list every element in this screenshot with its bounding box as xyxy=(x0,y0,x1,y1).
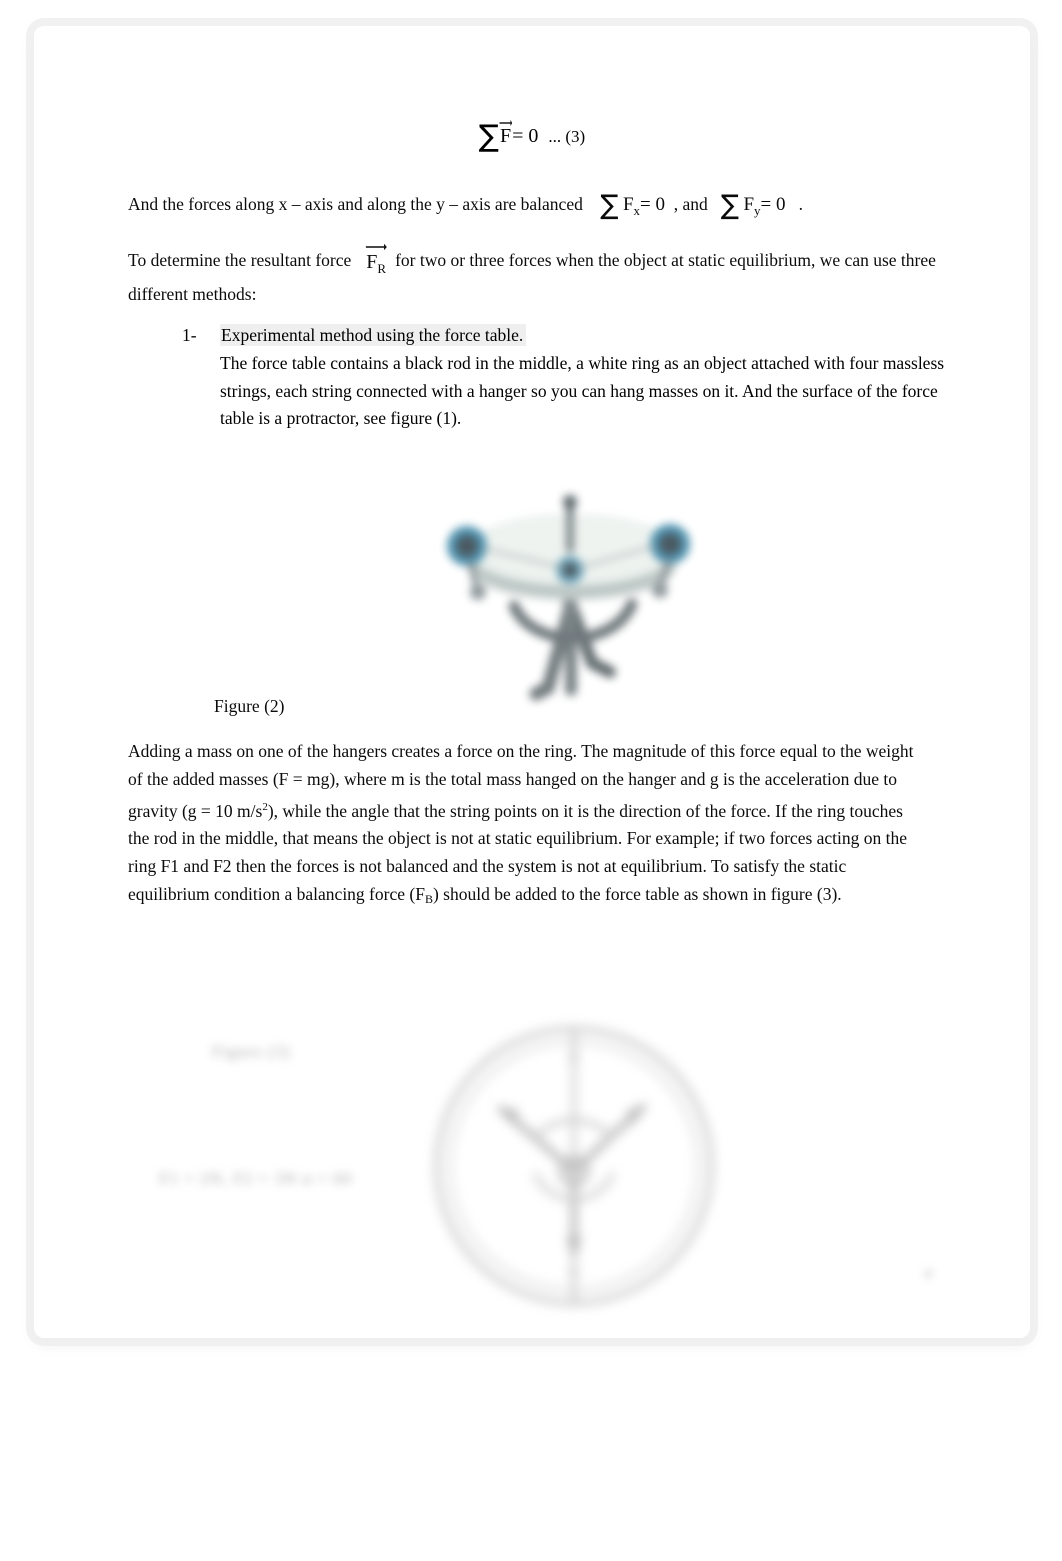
fr-subscript: R xyxy=(377,261,387,276)
f-letter: F xyxy=(499,125,512,147)
subscript-b: B xyxy=(424,891,433,906)
vector-arrow-icon xyxy=(366,243,388,250)
document-page: ∑ F= 0... (3) And the forces along x – ax… xyxy=(34,26,1030,1338)
rod-cap xyxy=(563,495,577,509)
tripod-stand xyxy=(508,598,638,701)
fx-letter: F xyxy=(622,194,634,215)
ring-center xyxy=(563,563,577,577)
sigma-symbol-x: ∑ xyxy=(600,190,619,221)
paragraph-adding-mass: Adding a mass on one of the hangers crea… xyxy=(128,738,928,914)
tick-bottom xyxy=(569,1268,579,1278)
ghost-label-figure3: Figure (3) xyxy=(212,1042,291,1061)
fx-equals-zero: = 0 xyxy=(640,194,665,215)
figure-protractor-diagram xyxy=(429,1021,719,1311)
equation-number: ... (3) xyxy=(548,127,586,146)
list-item-heading: Experimental method using the force tabl… xyxy=(220,324,527,346)
list-item: 1- Experimental method using the force t… xyxy=(182,322,957,433)
sigma-symbol: ∑ xyxy=(478,119,499,154)
page-content-area: ∑ F= 0... (3) And the forces along x – ax… xyxy=(34,26,1030,1338)
paragraph-resultant-force: To determine the resultant force FR for tw… xyxy=(128,243,943,309)
list-item-content: Experimental method using the force tabl… xyxy=(220,322,957,433)
fy-equals-zero: = 0 xyxy=(760,194,786,215)
equals-zero: = 0 xyxy=(512,125,539,147)
protractor-illustration xyxy=(434,1026,714,1306)
adding-mass-part3: ) should be added to the force table as … xyxy=(432,883,842,904)
vector-fr-symbol: FR xyxy=(365,243,388,283)
numbered-list-methods: 1- Experimental method using the force t… xyxy=(182,322,957,433)
equation-sum-fy: ∑ Fy= 0 xyxy=(721,192,786,219)
tick-top xyxy=(569,1052,579,1062)
list-item-body: The force table contains a black rod in … xyxy=(220,352,945,429)
resultant-lead-text: To determine the resultant force xyxy=(128,250,352,270)
fr-letter: F xyxy=(366,251,378,273)
vector-f-symbol: F xyxy=(499,119,513,148)
figure-force-table-photo xyxy=(432,458,712,706)
ghost-label-forces: F1 = 2N, F2 = 3N α = 60 xyxy=(159,1169,353,1188)
balanced-end-period: . xyxy=(798,194,804,214)
fy-letter: F xyxy=(743,194,755,215)
figure2-caption: Figure (2) xyxy=(214,696,285,716)
equation-sum-fx: ∑ Fx= 0 xyxy=(600,192,665,219)
balanced-lead-text: And the forces along x – axis and along … xyxy=(128,194,583,214)
ghost-corner-mark: ● xyxy=(924,1266,934,1282)
balanced-mid-text: , and xyxy=(673,194,708,214)
sigma-symbol-y: ∑ xyxy=(720,190,740,221)
equation-sum-forces-zero: ∑ F= 0 ... (3) xyxy=(34,119,1030,154)
list-item-marker: 1- xyxy=(182,325,197,345)
force-table-illustration xyxy=(447,495,690,701)
paragraph-forces-balanced: And the forces along x – axis and along … xyxy=(128,191,938,225)
